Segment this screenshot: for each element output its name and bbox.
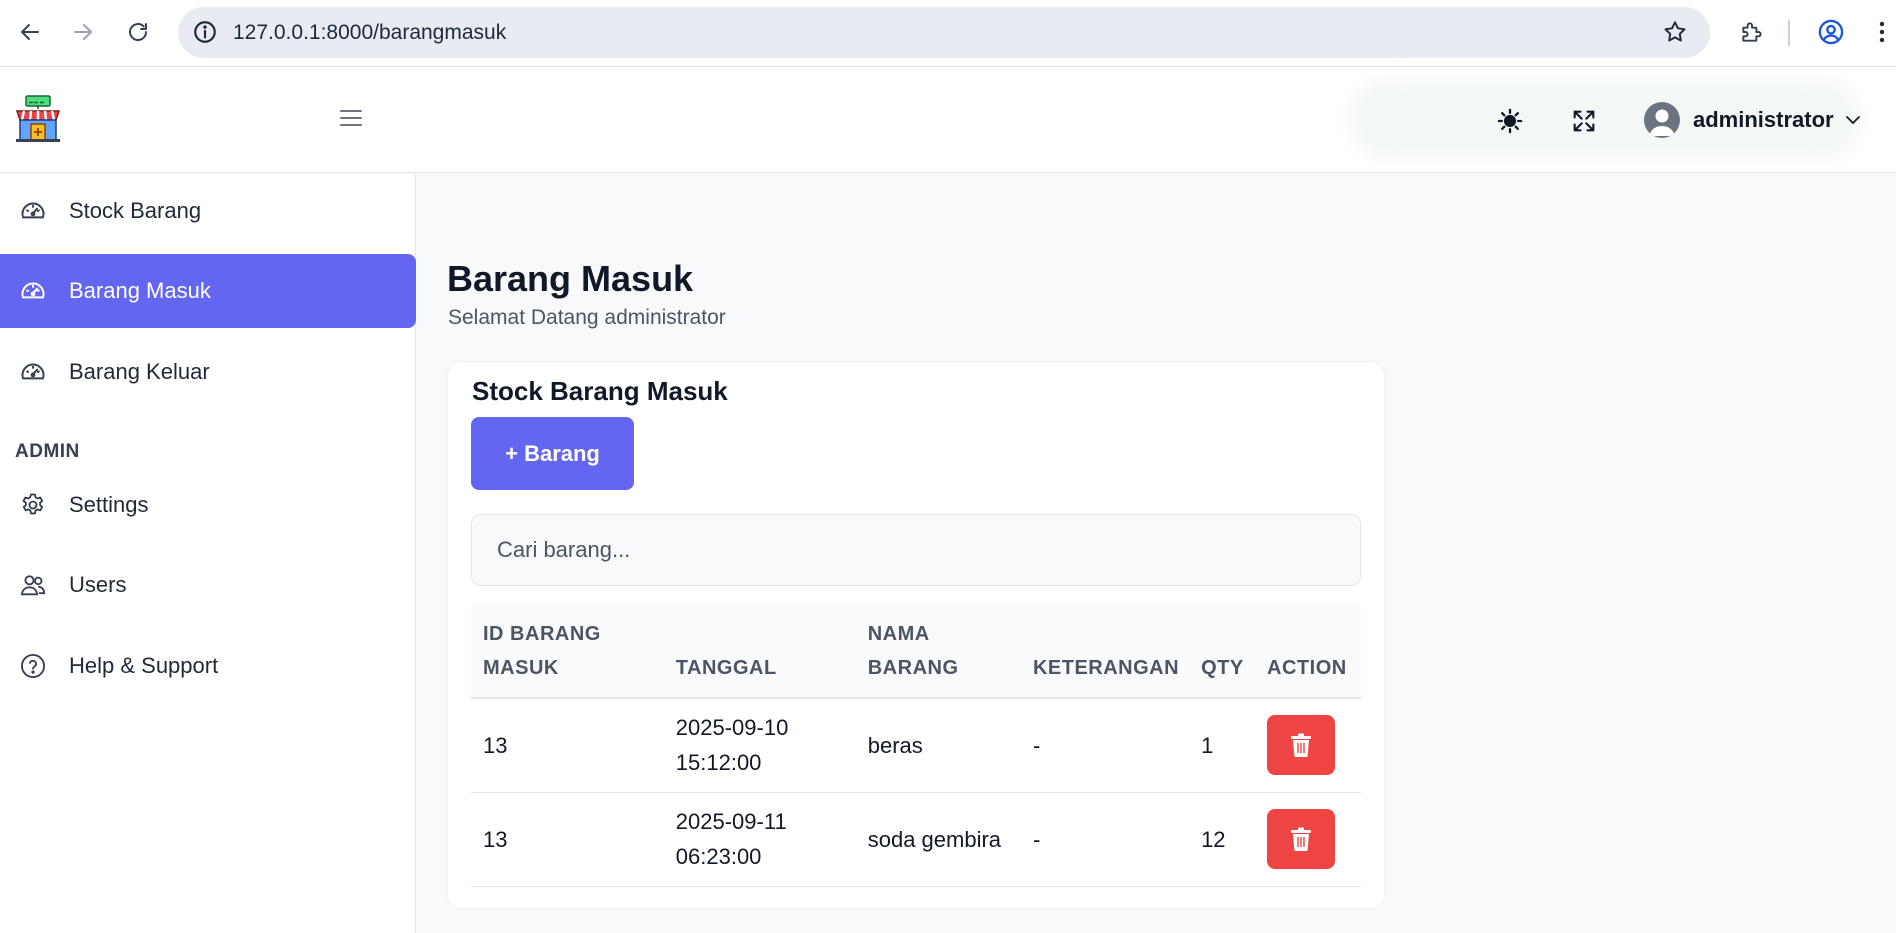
reload-icon <box>129 23 147 41</box>
sidebar-item-label: Stock Barang <box>69 198 202 223</box>
help-icon <box>20 653 46 679</box>
sidebar-item-stock-barang[interactable]: Stock Barang <box>0 174 416 248</box>
cell-nama: soda gembira <box>867 826 1002 852</box>
column-header-nama-line1: NAMA <box>867 623 930 645</box>
toolbar-divider <box>1788 20 1790 46</box>
gauge-icon <box>21 282 45 299</box>
user-menu[interactable]: administrator <box>1644 100 1862 140</box>
cell-id: 13 <box>483 826 508 852</box>
column-header-action: ACTION <box>1267 657 1347 679</box>
arrow-left-icon <box>21 24 39 40</box>
chevron-down-icon <box>1845 116 1860 124</box>
column-header-id-line2: MASUK <box>483 657 559 679</box>
delete-button[interactable] <box>1267 809 1336 869</box>
page-title: Barang Masuk <box>447 258 694 299</box>
shop-logo[interactable] <box>14 95 62 143</box>
site-info-icon[interactable] <box>192 19 218 45</box>
sidebar-item-help-support[interactable]: Help & Support <box>0 629 416 703</box>
cell-date: 2025-09-11 <box>675 809 787 834</box>
column-header-id-line1: ID BARANG <box>483 623 601 645</box>
forward-button[interactable] <box>67 16 99 48</box>
sidebar: Stock Barang Barang Masuk Barang Keluar … <box>0 174 416 933</box>
users-icon <box>20 575 46 596</box>
cell-time: 15:12:00 <box>675 750 762 776</box>
address-bar[interactable]: 127.0.0.1:8000/barangmasuk <box>178 7 1710 58</box>
sidebar-item-label: Settings <box>69 492 149 517</box>
gear-icon <box>22 493 44 515</box>
column-header-nama-line2: BARANG <box>867 657 959 679</box>
column-header-id: ID BARANG MASUK <box>471 603 664 698</box>
sidebar-item-label: Barang Masuk <box>69 278 211 303</box>
card-title: Stock Barang Masuk <box>472 376 728 406</box>
table-row: 13 2025-09-11 06:23:00 soda gembira - 12 <box>471 792 1361 886</box>
trash-icon <box>1291 827 1312 851</box>
gauge-icon <box>21 363 45 380</box>
back-button[interactable] <box>14 16 46 48</box>
cell-action <box>1255 698 1361 792</box>
cell-qty: 1 <box>1201 732 1214 758</box>
browser-menu-button[interactable] <box>1872 15 1892 49</box>
cell-action <box>1255 792 1361 886</box>
column-header-tanggal: TANGGAL <box>675 657 777 679</box>
cell-tanggal: 2025-09-11 06:23:00 <box>664 792 856 886</box>
add-barang-button[interactable]: + Barang <box>471 417 634 490</box>
sidebar-item-label: Users <box>69 572 127 597</box>
username: administrator <box>1693 107 1834 132</box>
search-input[interactable] <box>471 514 1361 586</box>
url-text: 127.0.0.1:8000/barangmasuk <box>233 21 507 44</box>
table-header-row: ID BARANG MASUK TANGGAL NAMA BARANG KETERA… <box>471 603 1361 698</box>
barang-masuk-table: ID BARANG MASUK TANGGAL NAMA BARANG KETERA… <box>471 603 1361 887</box>
table-row: 13 2025-09-10 15:12:00 beras - 1 <box>471 698 1361 792</box>
profile-button[interactable] <box>1815 15 1847 49</box>
more-vertical-icon <box>1879 21 1885 43</box>
sidebar-item-settings[interactable]: Settings <box>0 468 416 542</box>
column-header-qty: QTY <box>1201 657 1244 679</box>
sidebar-item-barang-keluar[interactable]: Barang Keluar <box>0 335 416 409</box>
reload-button[interactable] <box>122 16 154 48</box>
puzzle-icon <box>1742 22 1762 42</box>
cell-keterangan: - <box>1032 826 1041 852</box>
cell-tanggal: 2025-09-10 15:12:00 <box>664 698 856 792</box>
arrow-right-icon <box>74 24 92 40</box>
gauge-icon <box>21 202 45 219</box>
sidebar-item-users[interactable]: Users <box>0 548 416 622</box>
sidebar-item-label: Barang Keluar <box>69 359 210 384</box>
delete-button[interactable] <box>1267 715 1336 776</box>
stock-card: Stock Barang Masuk + Barang ID BARANG MAS… <box>447 361 1385 909</box>
sidebar-item-barang-masuk[interactable]: Barang Masuk <box>0 254 416 328</box>
bookmark-star-icon[interactable] <box>1662 19 1688 45</box>
cell-id: 13 <box>483 732 508 758</box>
cell-time: 06:23:00 <box>675 844 762 869</box>
cell-date: 2025-09-10 <box>675 715 789 741</box>
app-header: administrator <box>0 67 1896 173</box>
column-header-keterangan: KETERANGAN <box>1032 657 1180 679</box>
cell-qty: 12 <box>1201 826 1226 852</box>
cell-nama: beras <box>867 732 923 758</box>
sidebar-item-label: Help & Support <box>69 653 219 678</box>
page-subtitle: Selamat Datang administrator <box>448 306 726 329</box>
extensions-button[interactable] <box>1736 15 1768 49</box>
browser-toolbar: 127.0.0.1:8000/barangmasuk <box>0 0 1896 67</box>
avatar <box>1644 102 1680 138</box>
trash-icon <box>1291 733 1312 758</box>
sidebar-section-admin: ADMIN <box>15 441 80 462</box>
cell-keterangan: - <box>1032 732 1041 758</box>
user-icon <box>1649 109 1675 136</box>
sun-icon[interactable] <box>1496 107 1524 135</box>
column-header-nama: NAMA BARANG <box>856 603 1021 698</box>
fullscreen-icon[interactable] <box>1570 107 1598 135</box>
hamburger-menu-icon[interactable] <box>337 104 365 132</box>
profile-icon <box>1818 19 1844 45</box>
